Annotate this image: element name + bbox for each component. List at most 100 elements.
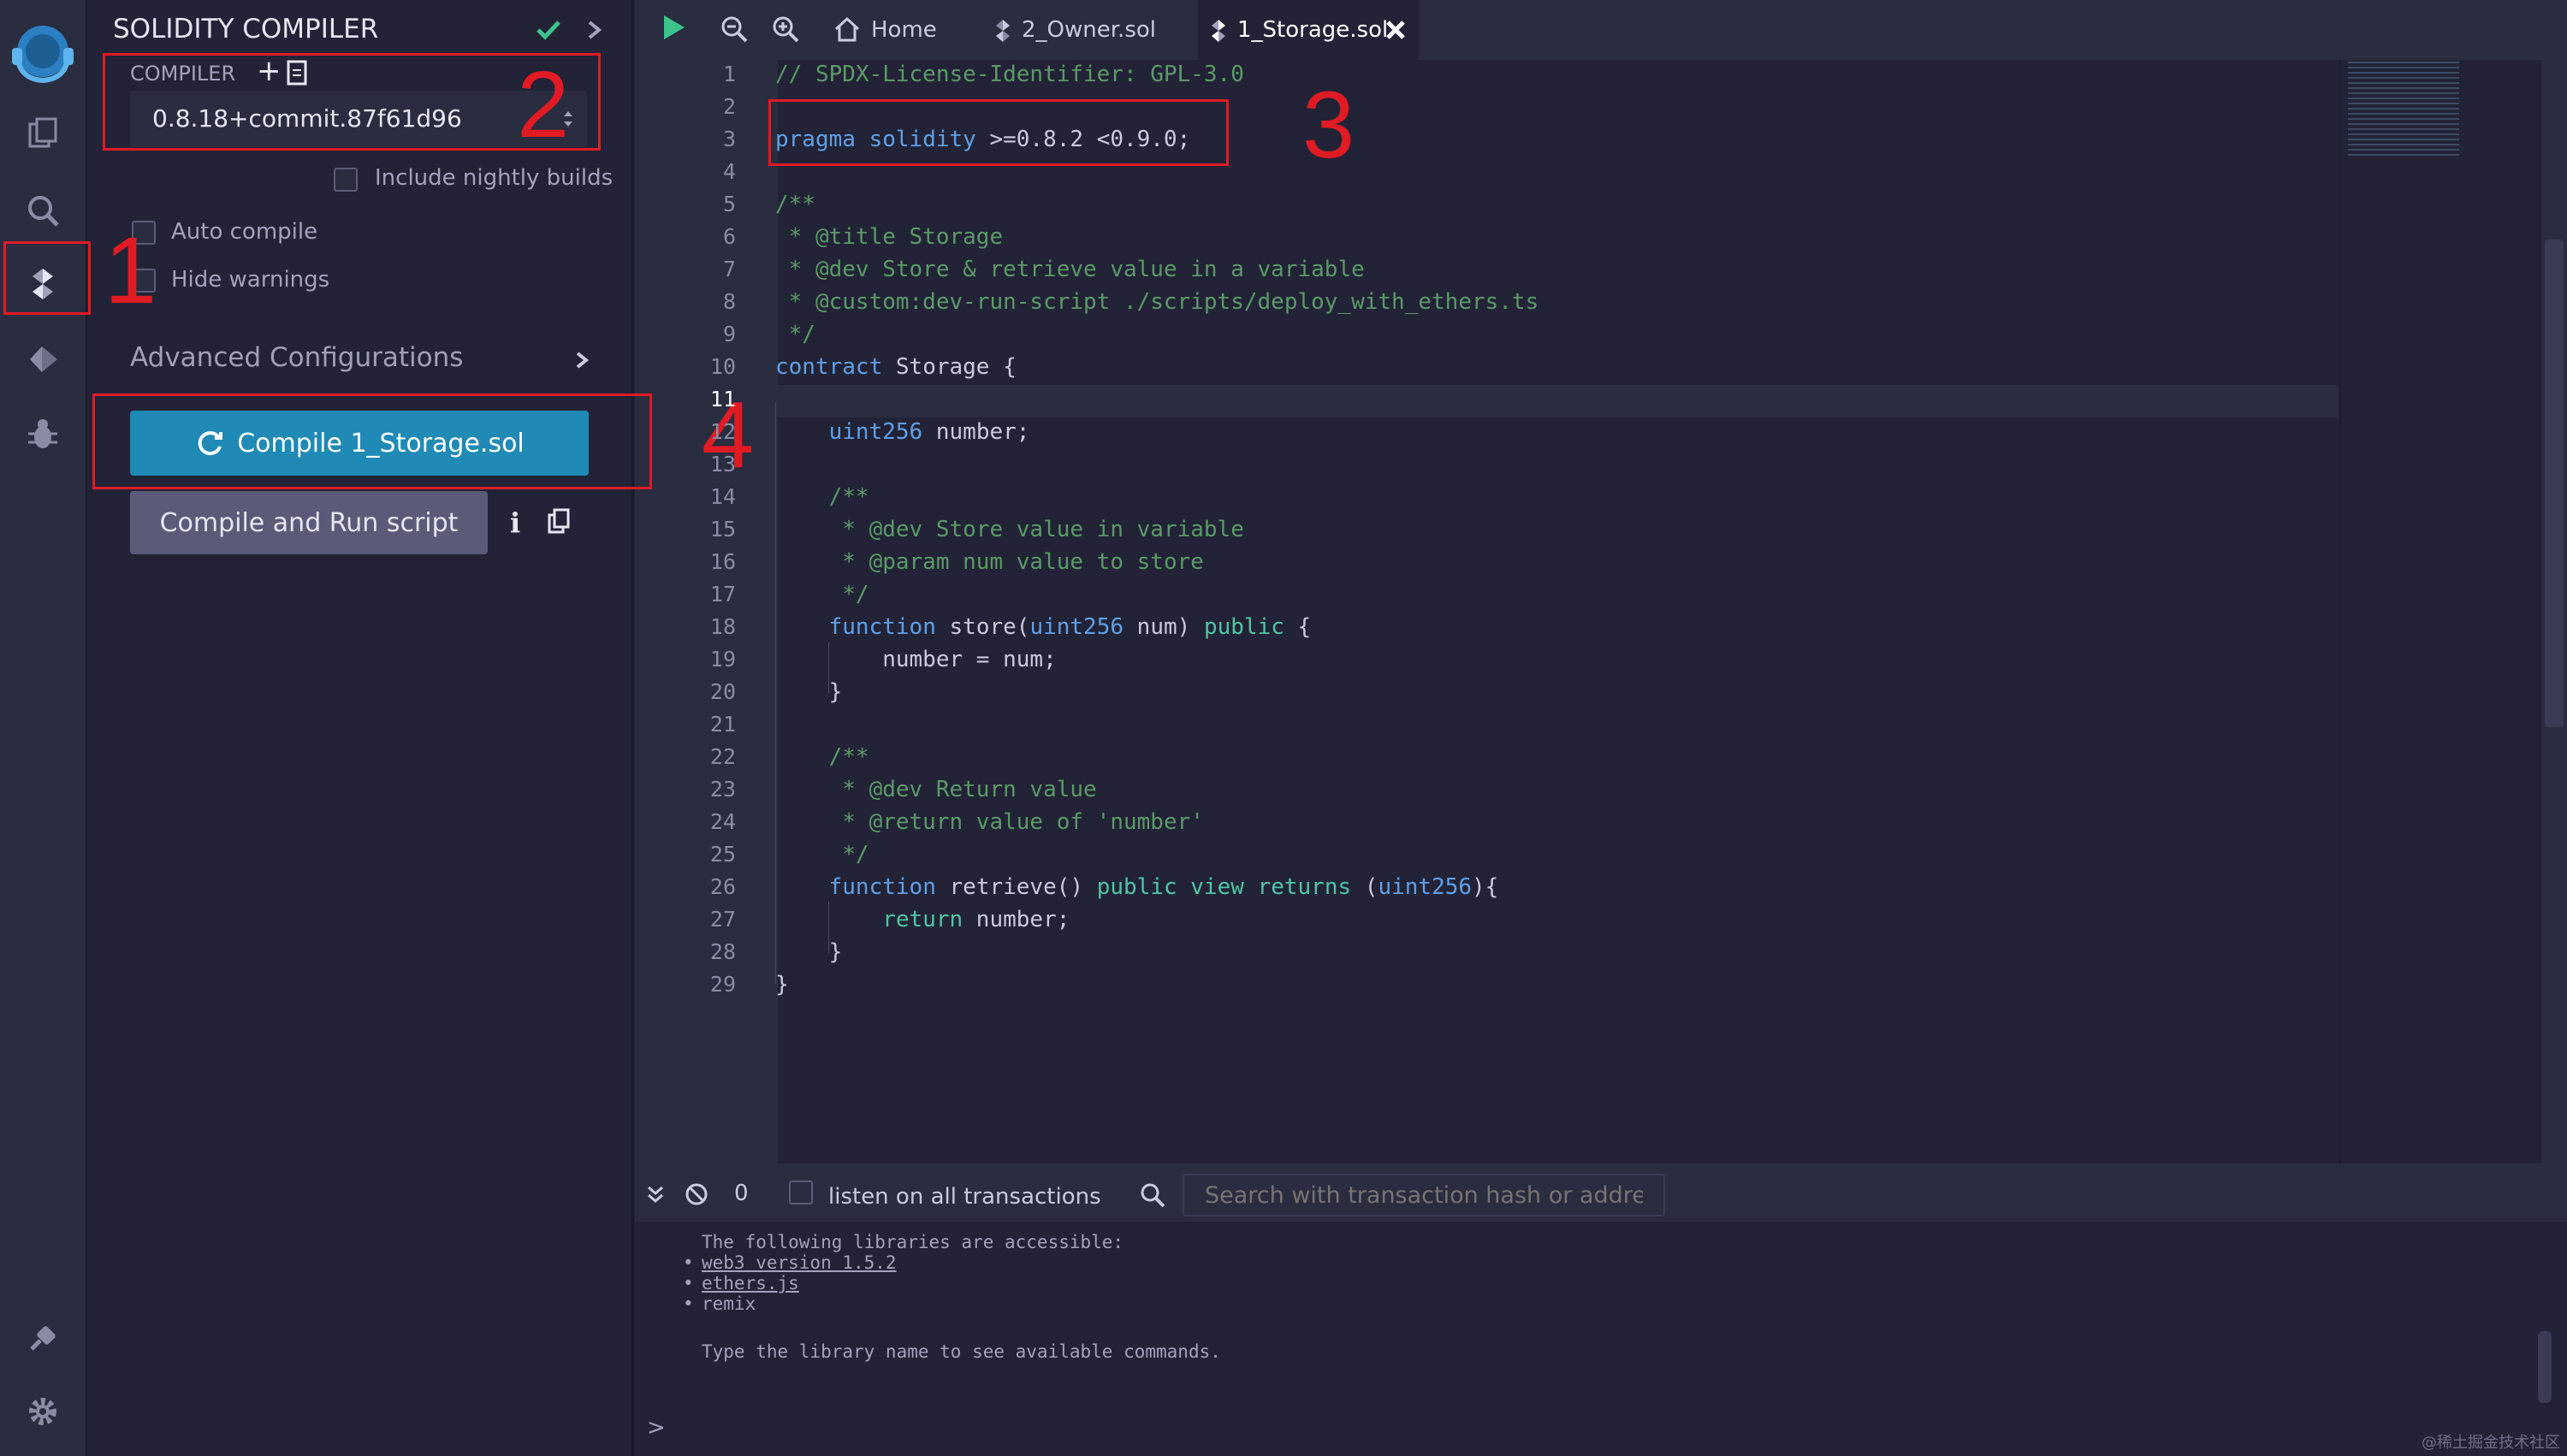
watermark: @稀土掘金技术社区 [2422, 1434, 2560, 1452]
clear-console-icon[interactable] [685, 1182, 708, 1206]
tab-2-owner[interactable]: 2_Owner.sol [982, 0, 1179, 60]
compile-run-script-label: Compile and Run script [159, 507, 459, 538]
line-number: 22 [709, 744, 736, 769]
code-line: * @title Storage [775, 224, 1004, 250]
line-number: 23 [709, 777, 736, 802]
plugin-manager-icon[interactable] [19, 1314, 67, 1362]
line-number: 8 [722, 289, 736, 314]
line-number: 11 [709, 387, 736, 411]
compiler-panel [87, 0, 634, 1456]
editor-scrollbar[interactable] [2541, 60, 2567, 1163]
annotation-box-4 [92, 394, 652, 489]
remix-logo-icon[interactable] [7, 17, 79, 89]
code-line: */ [775, 842, 869, 867]
code-line: function retrieve() public view returns … [828, 874, 1499, 900]
line-number: 21 [709, 712, 736, 737]
line-number: 4 [722, 159, 736, 184]
terminal-lib-link[interactable]: web3 version 1.5.2 [702, 1252, 897, 1273]
terminal-hint: Type the library name to see available c… [702, 1341, 1221, 1362]
line-number: 12 [709, 419, 736, 444]
annotation-number-2: 2 [517, 52, 570, 157]
code-line: } [775, 939, 843, 965]
annotation-box-1 [3, 241, 91, 315]
code-line: contract Storage { [775, 354, 1017, 380]
annotation-number-1: 1 [104, 218, 157, 323]
code-line: uint256 number; [828, 419, 1030, 445]
tab-home[interactable]: Home [825, 0, 945, 60]
solidity-file-icon [1212, 20, 1225, 42]
tx-search-input[interactable] [1183, 1174, 1665, 1216]
file-explorer-icon[interactable] [19, 109, 67, 157]
line-number: 18 [709, 614, 736, 639]
code-line: * @dev Store value in variable [775, 517, 1244, 542]
check-icon [534, 15, 563, 44]
copy-icon[interactable] [548, 508, 570, 534]
deploy-run-icon[interactable] [19, 335, 67, 383]
tab-1-storage[interactable]: 1_Storage.sol [1198, 0, 1419, 60]
search-icon[interactable] [19, 186, 67, 234]
listen-all-label: listen on all transactions [828, 1184, 1101, 1210]
code-line: * @dev Store & retrieve value in a varia… [775, 257, 1365, 282]
terminal-lib-item: remix [702, 1293, 756, 1314]
terminal-output [635, 1222, 2567, 1456]
code-line: /** [775, 192, 815, 217]
code-line: // SPDX-License-Identifier: GPL-3.0 [775, 62, 1244, 87]
chevron-right-icon [572, 347, 592, 373]
include-nightly-label: Include nightly builds [375, 165, 614, 191]
search-icon [1140, 1182, 1165, 1208]
line-number: 16 [709, 549, 736, 574]
line-number: 10 [709, 354, 736, 379]
zoom-out-icon[interactable] [720, 15, 748, 43]
terminal-prompt[interactable]: > [647, 1415, 666, 1441]
compile-run-script-button[interactable]: Compile and Run script [130, 491, 488, 554]
line-number: 1 [722, 62, 736, 86]
code-line: number = num; [775, 647, 1057, 672]
settings-icon[interactable] [19, 1388, 67, 1435]
code-line: } [775, 679, 843, 705]
line-number: 24 [709, 809, 736, 834]
line-number: 7 [722, 257, 736, 281]
line-number: 26 [709, 874, 736, 899]
pending-tx-count: 0 [734, 1181, 749, 1206]
hide-warnings-label: Hide warnings [171, 267, 330, 293]
code-line: pragma solidity >=0.8.2 <0.9.0; [775, 127, 1191, 152]
line-number: 15 [709, 517, 736, 542]
chevron-right-icon[interactable] [582, 15, 608, 44]
terminal-intro: The following libraries are accessible: [702, 1232, 1124, 1252]
line-number: 25 [709, 842, 736, 867]
line-number: 9 [722, 322, 736, 346]
minimap[interactable] [2339, 60, 2541, 1163]
panel-title: SOLIDITY COMPILER [113, 14, 379, 44]
info-icon[interactable]: i [510, 506, 529, 539]
line-number: 14 [709, 484, 736, 509]
editor-scrollbar-thumb[interactable] [2545, 240, 2564, 727]
collapse-terminal-icon[interactable] [643, 1182, 667, 1206]
code-line: */ [775, 322, 815, 347]
code-line: function store(uint256 num) public { [828, 614, 1312, 640]
code-line: * @return value of 'number' [775, 809, 1204, 835]
line-number: 28 [709, 939, 736, 964]
code-line: /** [775, 744, 869, 770]
terminal-scrollbar-thumb[interactable] [2538, 1331, 2552, 1403]
line-number: 2 [722, 94, 736, 119]
code-line: */ [775, 582, 869, 607]
line-number: 3 [722, 127, 736, 151]
tab-2-owner-label: 2_Owner.sol [1022, 17, 1156, 43]
code-line: } [775, 972, 789, 997]
run-icon[interactable] [659, 12, 688, 43]
debugger-icon[interactable] [19, 411, 67, 459]
include-nightly-checkbox[interactable] [334, 168, 358, 192]
advanced-config-toggle[interactable]: Advanced Configurations [130, 342, 592, 380]
line-number: 17 [709, 582, 736, 607]
code-line: * @custom:dev-run-script ./scripts/deplo… [775, 289, 1539, 315]
icon-rail [0, 0, 87, 1456]
code-line: /** [775, 484, 869, 510]
line-number: 27 [709, 907, 736, 932]
advanced-config-label: Advanced Configurations [130, 342, 464, 373]
code-line: * @dev Return value [775, 777, 1097, 802]
zoom-in-icon[interactable] [772, 15, 799, 43]
solidity-file-icon [996, 20, 1010, 42]
terminal-lib-link[interactable]: ethers.js [702, 1273, 799, 1293]
close-icon[interactable] [1384, 19, 1407, 41]
listen-all-checkbox[interactable] [789, 1181, 813, 1204]
